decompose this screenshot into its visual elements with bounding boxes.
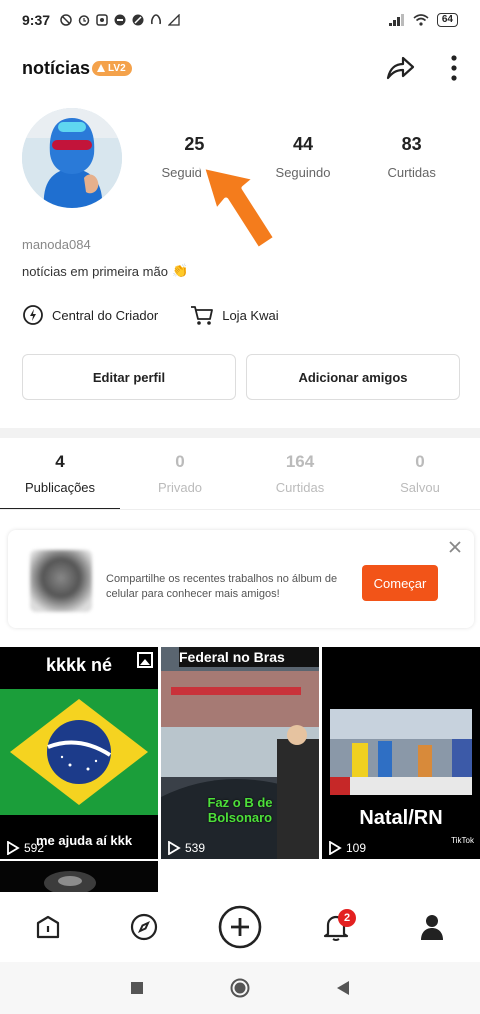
post-views-count: 539 [185, 841, 206, 855]
play-icon [168, 841, 181, 855]
alarm-icon [78, 15, 90, 26]
tab-publications-count: 4 [55, 452, 65, 471]
shopping-cart-icon [191, 306, 214, 325]
post-title: Federal no Bras [179, 647, 319, 667]
nav-notifications[interactable]: 2 [306, 897, 366, 957]
kwai-shop-label: Loja Kwai [222, 307, 279, 323]
battery-indicator: 64 [436, 13, 458, 27]
tab-publications-label: Publicações [24, 480, 96, 495]
compass-app-icon [132, 14, 144, 26]
share-icon[interactable] [384, 54, 416, 82]
level-badge[interactable]: LV2 [92, 60, 132, 76]
post-caption: me ajuda aí kkk [36, 833, 133, 848]
more-options-icon[interactable] [450, 54, 458, 82]
back-icon[interactable] [336, 980, 350, 996]
promo-card: Compartilhe os recentes trabalhos no álb… [8, 530, 474, 628]
post-title: kkkk né [45, 655, 113, 675]
recent-apps-icon[interactable] [130, 981, 144, 995]
nav-home[interactable] [18, 897, 78, 957]
post-overlay-text: Natal/RN [359, 807, 443, 829]
post-tile[interactable]: kkkk né me ajuda aí kkk 592 [0, 647, 158, 859]
tab-likes-count: 164 [285, 452, 315, 471]
annotation-arrow-icon [199, 163, 279, 253]
following-count: 44 [292, 134, 314, 154]
nav-discover[interactable] [114, 897, 174, 957]
post-tile[interactable]: Federal no Bras Faz o B de Bolsonaro 539 [161, 647, 319, 859]
tab-saved[interactable]: 0 Salvou [360, 452, 480, 508]
followers-count: 25 [184, 134, 205, 154]
profile-title: notícias [22, 57, 91, 78]
tabs-divider [0, 509, 480, 510]
notification-muted-icon [60, 14, 72, 26]
profile-links: Central do Criador Loja Kwai [22, 304, 279, 326]
edit-profile-button[interactable]: Editar perfil [22, 354, 236, 400]
status-time: 9:37 [22, 12, 51, 28]
tab-saved-label: Salvou [400, 480, 440, 495]
avatar[interactable] [22, 108, 122, 208]
plus-icon [218, 905, 262, 949]
section-divider [0, 428, 480, 438]
tiktok-watermark: TikTok [451, 836, 474, 845]
notification-badge: 2 [338, 909, 356, 927]
post-views: 109 [328, 841, 366, 855]
bio-text: notícias em primeira mão [22, 263, 168, 279]
post-thumbnail [161, 647, 319, 859]
home-icon [36, 915, 60, 939]
content-tabs: 4 Publicações 0 Privado 164 Curtidas 0 S… [0, 452, 480, 510]
creator-center-label: Central do Criador [52, 307, 159, 323]
home-button-icon[interactable] [230, 978, 250, 998]
post-views: 539 [167, 841, 205, 855]
wifi-icon [413, 14, 429, 26]
play-icon [329, 841, 342, 855]
profile-stats: 25 Seguidores 44 Seguindo 83 Curtidas [140, 134, 466, 180]
compass-icon [130, 913, 158, 941]
app-icon [114, 14, 126, 26]
system-navigation [0, 962, 480, 1014]
post-views-count: 109 [346, 841, 367, 855]
tab-publications[interactable]: 4 Publicações [0, 452, 120, 510]
likes-label: Curtidas [387, 165, 436, 180]
start-button[interactable]: Começar [362, 565, 438, 601]
gallery-icon [96, 14, 108, 26]
send-status-icon [168, 14, 180, 26]
clap-emoji-icon: 👏 [171, 263, 189, 278]
creator-center-icon [23, 305, 43, 325]
add-friends-button[interactable]: Adicionar amigos [246, 354, 460, 400]
promo-thumbnail [30, 550, 92, 612]
status-bar: 9:37 64 [0, 0, 480, 40]
post-views-count: 592 [24, 841, 45, 855]
username: manoda084 [22, 237, 91, 252]
profile-actions: Editar perfil Adicionar amigos [22, 354, 460, 400]
avatar-image [22, 108, 122, 208]
tab-likes[interactable]: 164 Curtidas [240, 452, 360, 508]
post-tile[interactable]: Natal/RN TikTok 109 [322, 647, 480, 859]
creator-center-link[interactable]: Central do Criador [22, 304, 158, 326]
kwai-shop-link[interactable]: Loja Kwai [190, 304, 279, 326]
level-badge-label: LV2 [108, 62, 126, 74]
tab-likes-label: Curtidas [275, 480, 325, 495]
tab-private[interactable]: 0 Privado [120, 452, 240, 508]
tab-private-count: 0 [175, 452, 185, 471]
profile-header: notícias LV2 [0, 48, 480, 88]
github-icon [151, 14, 162, 25]
nav-profile[interactable] [402, 897, 462, 957]
close-icon[interactable] [446, 538, 464, 556]
level-icon [97, 64, 106, 72]
nav-create[interactable] [210, 897, 270, 957]
tab-saved-count: 0 [415, 452, 425, 471]
bottom-nav: 2 [0, 892, 480, 962]
play-icon [7, 841, 20, 855]
stat-likes[interactable]: 83 Curtidas [357, 134, 466, 180]
post-overlay-text: Faz o B de Bolsonaro [207, 795, 273, 825]
profile-icon [421, 915, 443, 940]
tab-private-label: Privado [157, 480, 203, 495]
post-views: 592 [6, 841, 44, 855]
likes-count: 83 [401, 134, 422, 154]
bio: notícias em primeira mão 👏 [22, 263, 188, 279]
post-thumbnail [0, 647, 158, 859]
signal-icon [388, 14, 404, 26]
promo-text: Compartilhe os recentes trabalhos no álb… [106, 573, 338, 600]
